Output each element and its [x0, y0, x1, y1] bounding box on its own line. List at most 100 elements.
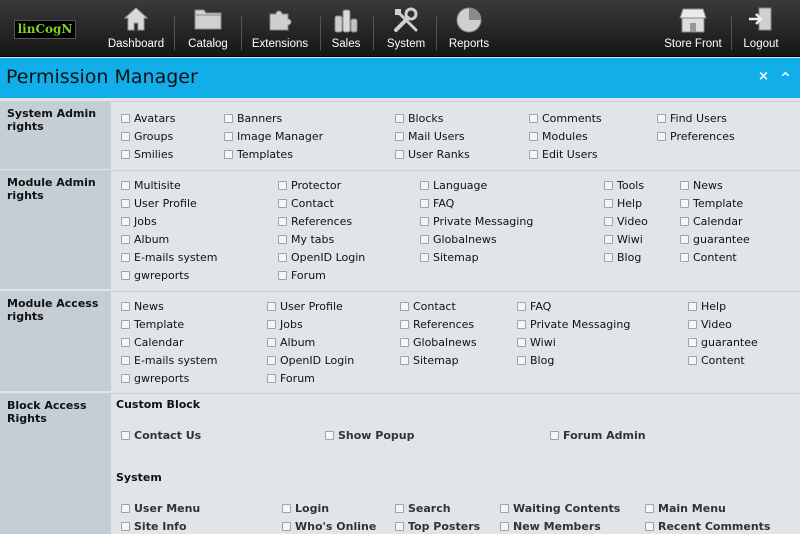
permission-checkbox-help[interactable]: Help	[688, 300, 726, 313]
checkbox-square[interactable]	[500, 504, 509, 513]
permission-checkbox-album[interactable]: Album	[267, 336, 315, 349]
permission-checkbox-calendar[interactable]: Calendar	[121, 336, 183, 349]
checkbox-square[interactable]	[121, 338, 130, 347]
checkbox-square[interactable]	[267, 374, 276, 383]
checkbox-square[interactable]	[517, 302, 526, 311]
permission-checkbox-private-messaging[interactable]: Private Messaging	[517, 318, 630, 331]
permission-checkbox-smilies[interactable]: Smilies	[121, 148, 173, 161]
checkbox-square[interactable]	[400, 320, 409, 329]
checkbox-square[interactable]	[395, 150, 404, 159]
permission-checkbox-private-messaging[interactable]: Private Messaging	[420, 215, 533, 228]
permission-checkbox-openid-login[interactable]: OpenID Login	[278, 251, 365, 264]
checkbox-square[interactable]	[688, 338, 697, 347]
checkbox-square[interactable]	[121, 181, 130, 190]
block-checkbox-who-s-online[interactable]: Who's Online	[282, 520, 376, 533]
checkbox-square[interactable]	[688, 302, 697, 311]
permission-checkbox-references[interactable]: References	[278, 215, 352, 228]
checkbox-square[interactable]	[400, 302, 409, 311]
permission-checkbox-album[interactable]: Album	[121, 233, 169, 246]
checkbox-square[interactable]	[645, 522, 654, 531]
nav-store-front[interactable]: Store Front	[662, 0, 724, 57]
checkbox-square[interactable]	[517, 356, 526, 365]
permission-checkbox-news[interactable]: News	[121, 300, 164, 313]
checkbox-square[interactable]	[395, 522, 404, 531]
nav-logout[interactable]: Logout	[738, 0, 784, 57]
permission-checkbox-sitemap[interactable]: Sitemap	[400, 354, 459, 367]
checkbox-square[interactable]	[278, 199, 287, 208]
checkbox-square[interactable]	[121, 374, 130, 383]
permission-checkbox-forum-admin[interactable]: Forum Admin	[550, 429, 646, 442]
permission-checkbox-content[interactable]: Content	[680, 251, 737, 264]
checkbox-square[interactable]	[420, 217, 429, 226]
permission-checkbox-blog[interactable]: Blog	[604, 251, 641, 264]
checkbox-square[interactable]	[529, 114, 538, 123]
checkbox-square[interactable]	[517, 320, 526, 329]
permission-checkbox-guarantee[interactable]: guarantee	[688, 336, 758, 349]
block-checkbox-site-info[interactable]: Site Info	[121, 520, 187, 533]
checkbox-square[interactable]	[278, 253, 287, 262]
checkbox-square[interactable]	[604, 235, 613, 244]
permission-checkbox-globalnews[interactable]: Globalnews	[420, 233, 497, 246]
checkbox-square[interactable]	[121, 320, 130, 329]
checkbox-square[interactable]	[688, 356, 697, 365]
block-checkbox-top-posters[interactable]: Top Posters	[395, 520, 480, 533]
checkbox-square[interactable]	[121, 302, 130, 311]
checkbox-square[interactable]	[420, 253, 429, 262]
block-checkbox-user-menu[interactable]: User Menu	[121, 502, 200, 515]
checkbox-square[interactable]	[680, 181, 689, 190]
checkbox-square[interactable]	[550, 431, 559, 440]
permission-checkbox-contact[interactable]: Contact	[278, 197, 334, 210]
block-checkbox-recent-comments[interactable]: Recent Comments	[645, 520, 770, 533]
checkbox-square[interactable]	[278, 181, 287, 190]
permission-checkbox-banners[interactable]: Banners	[224, 112, 282, 125]
permission-checkbox-protector[interactable]: Protector	[278, 179, 341, 192]
permission-checkbox-comments[interactable]: Comments	[529, 112, 602, 125]
permission-checkbox-user-ranks[interactable]: User Ranks	[395, 148, 470, 161]
permission-checkbox-forum[interactable]: Forum	[278, 269, 326, 282]
checkbox-square[interactable]	[529, 150, 538, 159]
permission-checkbox-e-mails-system[interactable]: E-mails system	[121, 251, 217, 264]
checkbox-square[interactable]	[400, 338, 409, 347]
checkbox-square[interactable]	[420, 199, 429, 208]
checkbox-square[interactable]	[688, 320, 697, 329]
permission-checkbox-groups[interactable]: Groups	[121, 130, 173, 143]
checkbox-square[interactable]	[282, 504, 291, 513]
checkbox-square[interactable]	[517, 338, 526, 347]
permission-checkbox-jobs[interactable]: Jobs	[121, 215, 157, 228]
nav-system[interactable]: System	[384, 0, 428, 57]
checkbox-square[interactable]	[121, 235, 130, 244]
nav-catalog[interactable]: Catalog	[182, 0, 234, 57]
permission-checkbox-contact-us[interactable]: Contact Us	[121, 429, 201, 442]
permission-checkbox-language[interactable]: Language	[420, 179, 487, 192]
checkbox-square[interactable]	[500, 522, 509, 531]
permission-checkbox-gwreports[interactable]: gwreports	[121, 269, 189, 282]
checkbox-square[interactable]	[278, 217, 287, 226]
permission-checkbox-tools[interactable]: Tools	[604, 179, 644, 192]
checkbox-square[interactable]	[604, 253, 613, 262]
checkbox-square[interactable]	[395, 504, 404, 513]
permission-checkbox-faq[interactable]: FAQ	[517, 300, 551, 313]
permission-checkbox-template[interactable]: Template	[680, 197, 743, 210]
permission-checkbox-multisite[interactable]: Multisite	[121, 179, 181, 192]
checkbox-square[interactable]	[395, 132, 404, 141]
checkbox-square[interactable]	[121, 217, 130, 226]
permission-checkbox-contact[interactable]: Contact	[400, 300, 456, 313]
checkbox-square[interactable]	[121, 253, 130, 262]
permission-checkbox-user-profile[interactable]: User Profile	[121, 197, 197, 210]
checkbox-square[interactable]	[657, 132, 666, 141]
permission-checkbox-jobs[interactable]: Jobs	[267, 318, 303, 331]
checkbox-square[interactable]	[121, 271, 130, 280]
checkbox-square[interactable]	[420, 235, 429, 244]
permission-checkbox-content[interactable]: Content	[688, 354, 745, 367]
permission-checkbox-guarantee[interactable]: guarantee	[680, 233, 750, 246]
permission-checkbox-user-profile[interactable]: User Profile	[267, 300, 343, 313]
checkbox-square[interactable]	[267, 356, 276, 365]
permission-checkbox-edit-users[interactable]: Edit Users	[529, 148, 598, 161]
permission-checkbox-mail-users[interactable]: Mail Users	[395, 130, 465, 143]
permission-checkbox-templates[interactable]: Templates	[224, 148, 293, 161]
checkbox-square[interactable]	[224, 114, 233, 123]
collapse-icon[interactable]: ^	[780, 71, 791, 86]
permission-checkbox-sitemap[interactable]: Sitemap	[420, 251, 479, 264]
nav-extensions[interactable]: Extensions	[248, 0, 312, 57]
checkbox-square[interactable]	[224, 150, 233, 159]
